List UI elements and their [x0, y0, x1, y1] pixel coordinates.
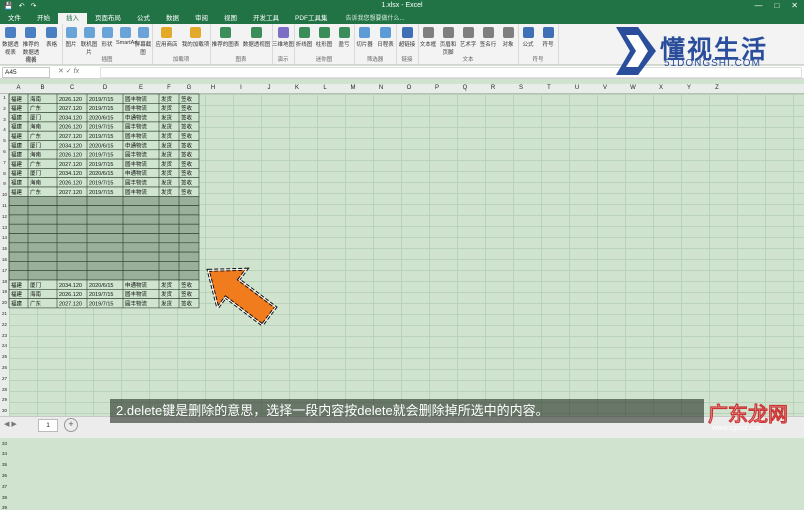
row-header[interactable]: 35 — [0, 462, 9, 467]
row-header[interactable]: 38 — [0, 495, 9, 500]
row-header[interactable]: 34 — [0, 451, 9, 456]
row-header[interactable]: 36 — [0, 473, 9, 478]
sheet-tab-1[interactable]: 1 — [38, 419, 58, 432]
watermark-url: www.cgmol.com — [712, 425, 763, 432]
row-header[interactable]: 37 — [0, 484, 9, 489]
video-caption: 2.delete键是删除的意思，选择一段内容按delete就会删除掉所选中的内容… — [110, 399, 704, 423]
logo-icon — [616, 27, 656, 75]
watermark-name: 广东龙网 — [708, 404, 789, 427]
sheet-nav-arrows[interactable]: ◀ ▶ — [4, 420, 17, 428]
row-header[interactable]: 39 — [0, 505, 9, 510]
logo-url: 51DONGSHI.COM — [664, 58, 761, 69]
add-sheet-button[interactable]: + — [64, 418, 78, 432]
row-header[interactable]: 33 — [0, 441, 9, 446]
